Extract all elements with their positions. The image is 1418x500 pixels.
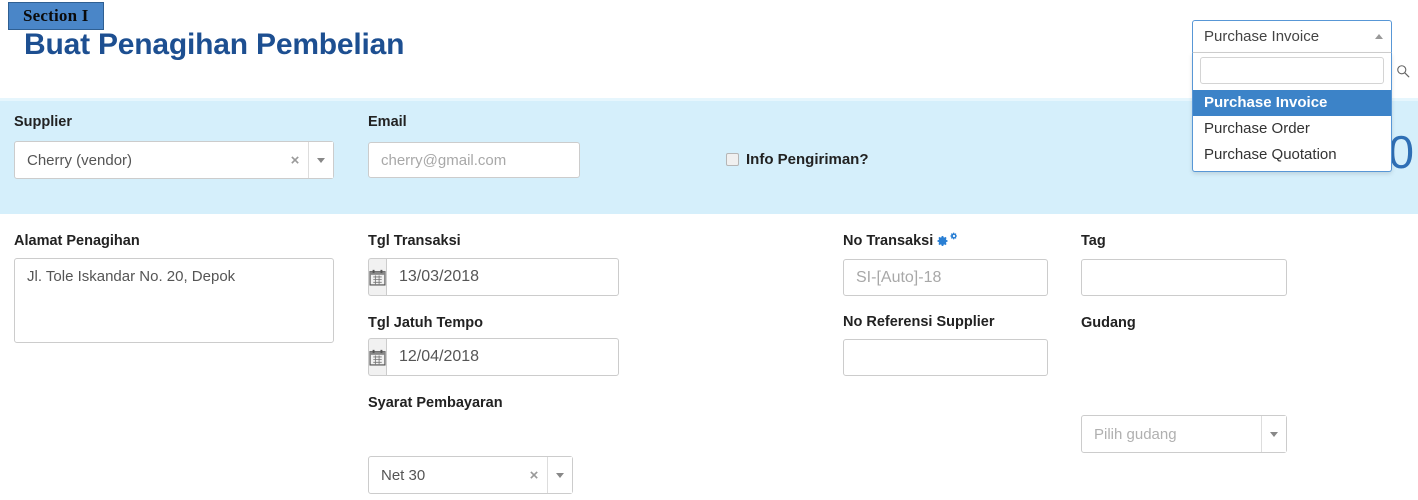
no-referensi-supplier-label: No Referensi Supplier <box>843 314 995 330</box>
document-type-search-input[interactable] <box>1201 58 1396 83</box>
tag-input[interactable] <box>1081 259 1287 296</box>
supplier-dropdown-toggle[interactable] <box>308 142 333 178</box>
document-type-dropdown[interactable]: Purchase Invoice Purchase Invoice Purcha… <box>1192 20 1410 172</box>
supplier-clear-icon[interactable]: × <box>282 152 308 169</box>
tgl-transaksi-input[interactable] <box>386 258 619 296</box>
info-pengiriman-label[interactable]: Info Pengiriman? <box>746 151 869 168</box>
supplier-select[interactable]: Cherry (vendor) × <box>14 141 334 179</box>
email-input[interactable] <box>368 142 580 178</box>
gudang-dropdown-toggle[interactable] <box>1261 416 1286 452</box>
supplier-selected-value: Cherry (vendor) <box>27 151 133 169</box>
settings-gear-icon[interactable] <box>937 232 958 247</box>
gudang-label-wrap: Gudang <box>1081 314 1136 332</box>
syarat-pembayaran-label-wrap: Syarat Pembayaran <box>368 394 503 412</box>
calendar-icon[interactable] <box>368 338 386 376</box>
no-referensi-supplier-input[interactable] <box>843 339 1048 376</box>
no-transaksi-label-wrap: No Transaksi <box>843 232 958 250</box>
syarat-pembayaran-dropdown-toggle[interactable] <box>547 457 572 493</box>
tag-label-wrap: Tag <box>1081 232 1106 250</box>
no-transaksi-input[interactable] <box>843 259 1048 296</box>
chevron-down-icon <box>1270 431 1278 437</box>
tgl-transaksi-label-wrap: Tgl Transaksi <box>368 232 461 250</box>
supplier-label-wrap: Supplier <box>14 113 72 131</box>
document-type-search-box[interactable] <box>1200 57 1410 84</box>
alamat-penagihan-textarea[interactable] <box>14 258 334 343</box>
tgl-jatuh-tempo-label-wrap: Tgl Jatuh Tempo <box>368 314 483 332</box>
supplier-label: Supplier <box>14 114 73 130</box>
document-type-option[interactable]: Purchase Order <box>1193 116 1391 142</box>
document-type-search-wrap <box>1193 53 1410 90</box>
gudang-placeholder: Pilih gudang <box>1094 425 1177 443</box>
tgl-transaksi-label: Tgl Transaksi <box>368 233 461 249</box>
tgl-jatuh-tempo-label: Tgl Jatuh Tempo <box>368 315 483 331</box>
syarat-pembayaran-value: Net 30 <box>381 466 426 484</box>
document-type-option[interactable]: Purchase Invoice <box>1193 90 1391 116</box>
email-label: Email <box>368 114 407 130</box>
syarat-pembayaran-label: Syarat Pembayaran <box>368 395 503 411</box>
chevron-down-icon <box>556 472 564 478</box>
search-icon <box>1396 64 1410 78</box>
page-title: Buat Penagihan Pembelian <box>24 28 405 61</box>
alamat-penagihan-label: Alamat Penagihan <box>14 233 140 249</box>
document-type-option-list: Purchase Invoice Purchase Order Purchase… <box>1193 90 1391 171</box>
syarat-pembayaran-select[interactable]: Net 30 × <box>368 456 573 494</box>
alamat-penagihan-label-wrap: Alamat Penagihan <box>14 232 140 250</box>
no-transaksi-label: No Transaksi <box>843 233 934 249</box>
document-type-selected-value: Purchase Invoice <box>1204 28 1320 45</box>
document-type-dropdown-panel: Purchase Invoice Purchase Order Purchase… <box>1192 53 1410 172</box>
total-amount: 0 <box>1388 126 1414 178</box>
syarat-pembayaran-clear-icon[interactable]: × <box>521 467 547 484</box>
section-tab: Section I <box>8 2 104 30</box>
document-type-option[interactable]: Purchase Quotation <box>1193 142 1391 168</box>
tag-label: Tag <box>1081 233 1106 249</box>
tgl-transaksi-group[interactable] <box>368 258 619 296</box>
info-pengiriman-checkbox[interactable] <box>726 153 739 166</box>
calendar-icon[interactable] <box>368 258 386 296</box>
gudang-select[interactable]: Pilih gudang <box>1081 415 1287 453</box>
document-type-dropdown-header[interactable]: Purchase Invoice <box>1192 20 1392 53</box>
email-label-wrap: Email <box>368 113 407 131</box>
tgl-jatuh-tempo-input[interactable] <box>386 338 619 376</box>
chevron-up-icon <box>1375 34 1383 39</box>
gudang-label: Gudang <box>1081 315 1136 331</box>
chevron-down-icon <box>317 157 325 163</box>
no-referensi-supplier-label-wrap: No Referensi Supplier <box>843 313 994 331</box>
tgl-jatuh-tempo-group[interactable] <box>368 338 619 376</box>
info-pengiriman-row[interactable]: Info Pengiriman? <box>726 151 869 168</box>
